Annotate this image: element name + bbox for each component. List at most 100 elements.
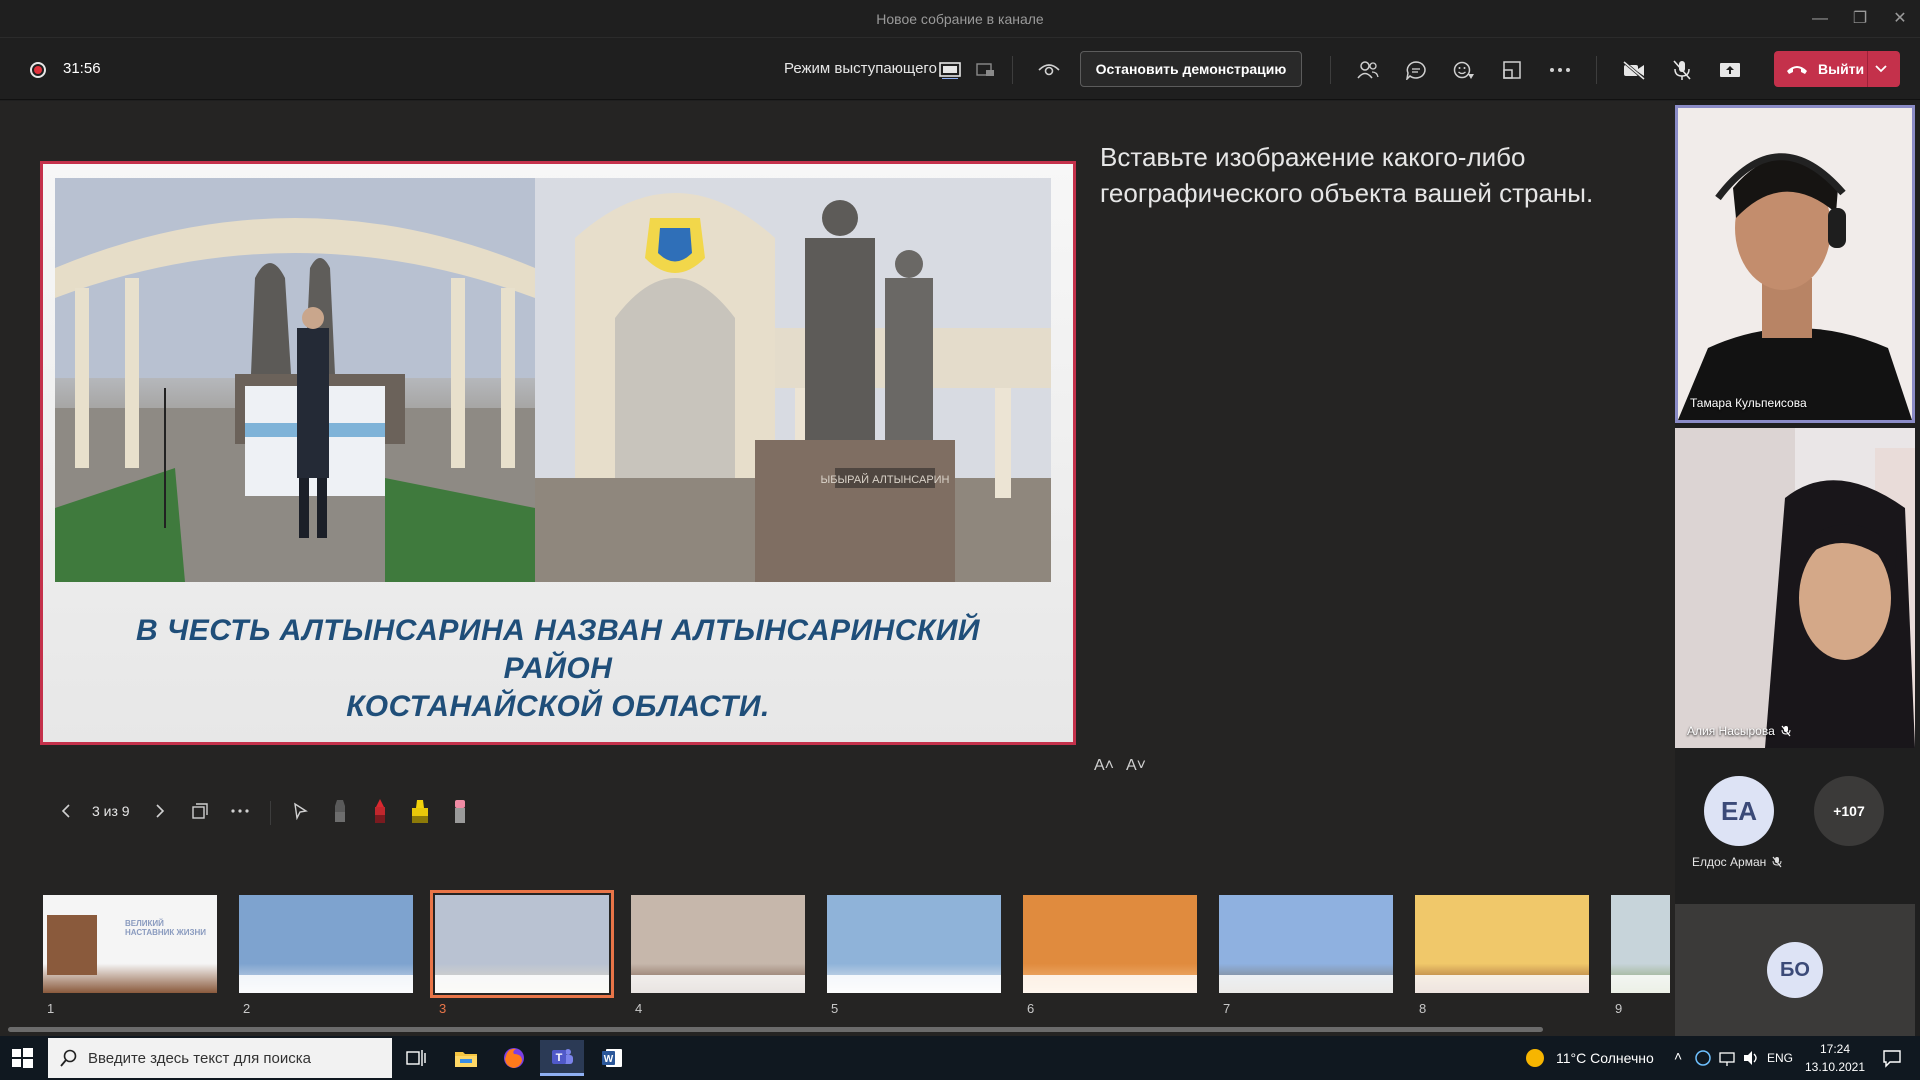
slide-thumbnail[interactable]: [1611, 895, 1670, 993]
pen-red-icon[interactable]: [366, 797, 394, 825]
pen-black-icon[interactable]: [326, 797, 354, 825]
current-slide: ЫБЫРАЙ АЛТЫНСАРИН В ЧЕСТЬ АЛТЫНСАРИНА НА…: [40, 161, 1076, 745]
volume-icon[interactable]: [1742, 1049, 1760, 1067]
participant-video-tile[interactable]: Тамара Кульпеисова: [1675, 105, 1915, 423]
slide-thumbnail[interactable]: [1219, 895, 1393, 993]
leave-button[interactable]: Выйти: [1774, 51, 1900, 87]
slide-thumbnail[interactable]: ВЕЛИКИЙ НАСТАВНИК ЖИЗНИ: [43, 895, 217, 993]
windows-start-icon[interactable]: [10, 1046, 34, 1075]
presenter-mode-label: Режим выступающего: [784, 60, 937, 77]
slide-thumbnail[interactable]: [430, 890, 614, 998]
firefox-icon[interactable]: [492, 1040, 536, 1076]
clock[interactable]: 17:24 13.10.2021: [1790, 1040, 1880, 1076]
rooms-icon[interactable]: [1496, 54, 1528, 86]
teams-icon[interactable]: T: [540, 1040, 584, 1076]
svg-text:T: T: [556, 1052, 563, 1064]
speaker-notes: Вставьте изображение какого-либо географ…: [1100, 142, 1594, 208]
thumbnail-number: 7: [1223, 1001, 1231, 1016]
presenter-layout-icon[interactable]: [934, 54, 966, 86]
eye-icon[interactable]: [1033, 54, 1065, 86]
highlighter-icon[interactable]: [406, 797, 434, 825]
slide-thumbnail[interactable]: [827, 895, 1001, 993]
search-icon: [60, 1049, 77, 1067]
restore-icon[interactable]: ❐: [1840, 6, 1880, 32]
thumbnail-number: 1: [47, 1001, 55, 1016]
slide-controls: 3 из 9: [40, 791, 500, 831]
leave-label: Выйти: [1818, 61, 1865, 77]
participant-name: Елдос Арман: [1692, 855, 1767, 869]
word-icon[interactable]: W: [590, 1040, 634, 1076]
participant-avatar[interactable]: БО: [1767, 942, 1823, 998]
recording-timer: 31:56: [63, 60, 101, 77]
standout-layout-icon[interactable]: [970, 54, 1002, 86]
chevron-down-icon[interactable]: [1874, 59, 1888, 79]
slide-thumbnail[interactable]: [1023, 895, 1197, 993]
participant-name: Тамара Кульпеисова: [1690, 396, 1807, 410]
network-icon[interactable]: [1718, 1049, 1736, 1067]
window-title: Новое собрание в канале: [876, 11, 1044, 27]
taskbar-search-box[interactable]: Введите здесь текст для поиска: [48, 1038, 392, 1078]
mic-off-icon[interactable]: [1666, 54, 1698, 86]
thumbnail-number: 2: [243, 1001, 251, 1016]
close-icon[interactable]: ✕: [1880, 6, 1920, 32]
sun-icon: [1526, 1049, 1544, 1067]
mic-off-icon: [1772, 856, 1782, 868]
slide-thumbnails: ВЕЛИКИЙ НАСТАВНИК ЖИЗНИ 1 2 3 4 5 6 7 8 9: [0, 889, 1670, 1029]
thumbnail-number: 4: [635, 1001, 643, 1016]
file-explorer-icon[interactable]: [444, 1040, 488, 1076]
share-icon[interactable]: [1714, 54, 1746, 86]
title-bar: Новое собрание в канале — ❐ ✕: [0, 0, 1920, 38]
svg-text:W: W: [604, 1054, 614, 1065]
eraser-icon[interactable]: [446, 797, 474, 825]
camera-off-icon[interactable]: [1618, 54, 1650, 86]
reactions-icon[interactable]: [1448, 54, 1480, 86]
page-indicator: 3 из 9: [92, 803, 130, 819]
prev-slide-icon[interactable]: [52, 797, 80, 825]
slide-caption-line-2: КОСТАНАЙСКОЙ ОБЛАСТИ.: [346, 690, 770, 723]
participant-avatar[interactable]: ЕА: [1704, 776, 1774, 846]
thumbnail-number: 8: [1419, 1001, 1427, 1016]
task-view-icon[interactable]: [394, 1040, 438, 1076]
teams-meeting-window: Новое собрание в канале — ❐ ✕ 31:56 Режи…: [0, 0, 1920, 1080]
more-participants-badge[interactable]: +107: [1814, 776, 1884, 846]
slide-thumbnail[interactable]: [239, 895, 413, 993]
weather-text[interactable]: 11°C Солнечно: [1556, 1050, 1654, 1066]
presentation-stage: ЫБЫРАЙ АЛТЫНСАРИН В ЧЕСТЬ АЛТЫНСАРИНА НА…: [0, 101, 1675, 1036]
clock-time: 17:24: [1819, 1042, 1851, 1056]
clock-date: 13.10.2021: [1804, 1060, 1866, 1074]
windows-taskbar: Введите здесь текст для поиска T W 11°C …: [0, 1036, 1920, 1080]
chat-icon[interactable]: [1400, 54, 1432, 86]
monument-plaque: ЫБЫРАЙ АЛТЫНСАРИН: [820, 473, 949, 486]
meeting-toolbar: 31:56 Режим выступающего Остановить демо…: [0, 38, 1920, 100]
slide-caption-line-1: В ЧЕСТЬ АЛТЫНСАРИНА НАЗВАН АЛТЫНСАРИНСКИ…: [135, 614, 981, 685]
pointer-icon[interactable]: [286, 797, 314, 825]
next-slide-icon[interactable]: [146, 797, 174, 825]
search-placeholder: Введите здесь текст для поиска: [88, 1049, 311, 1067]
slide-caption: В ЧЕСТЬ АЛТЫНСАРИНА НАЗВАН АЛТЫНСАРИНСКИ…: [83, 612, 1033, 726]
minimize-icon[interactable]: —: [1800, 6, 1840, 32]
participant-name-row: Елдос Арман: [1692, 855, 1782, 869]
thumbnail-number: 3: [439, 1001, 447, 1016]
participant-video-tile[interactable]: Алия Насырова: [1675, 428, 1915, 748]
slide-photo-monument: ЫБЫРАЙ АЛТЫНСАРИН: [535, 178, 1051, 582]
more-actions-icon[interactable]: [1544, 54, 1576, 86]
slide-thumbnail[interactable]: [631, 895, 805, 993]
slide-thumbnail[interactable]: [1415, 895, 1589, 993]
thumbnails-scrollbar[interactable]: [8, 1027, 1543, 1032]
stop-sharing-button[interactable]: Остановить демонстрацию: [1080, 51, 1302, 87]
more-options-icon[interactable]: [226, 797, 254, 825]
network-alt-icon[interactable]: [1694, 1049, 1712, 1067]
font-increase-button[interactable]: A˄: [1094, 757, 1114, 775]
chevron-up-icon[interactable]: ˄: [1674, 1048, 1682, 1064]
participant-name: Алия Насырова: [1687, 724, 1775, 738]
phone-hangup-icon: [1787, 66, 1807, 74]
thumbnail-title: ВЕЛИКИЙ НАСТАВНИК ЖИЗНИ: [125, 919, 207, 937]
recording-icon: [30, 62, 46, 78]
thumbnail-number: 6: [1027, 1001, 1035, 1016]
grid-view-icon[interactable]: [186, 797, 214, 825]
notifications-icon[interactable]: [1882, 1048, 1902, 1068]
font-decrease-button[interactable]: A˅: [1126, 757, 1146, 775]
participants-icon[interactable]: [1352, 54, 1384, 86]
slide-photo-ceremony: [55, 178, 535, 582]
participant-name-row: Алия Насырова: [1687, 724, 1791, 738]
